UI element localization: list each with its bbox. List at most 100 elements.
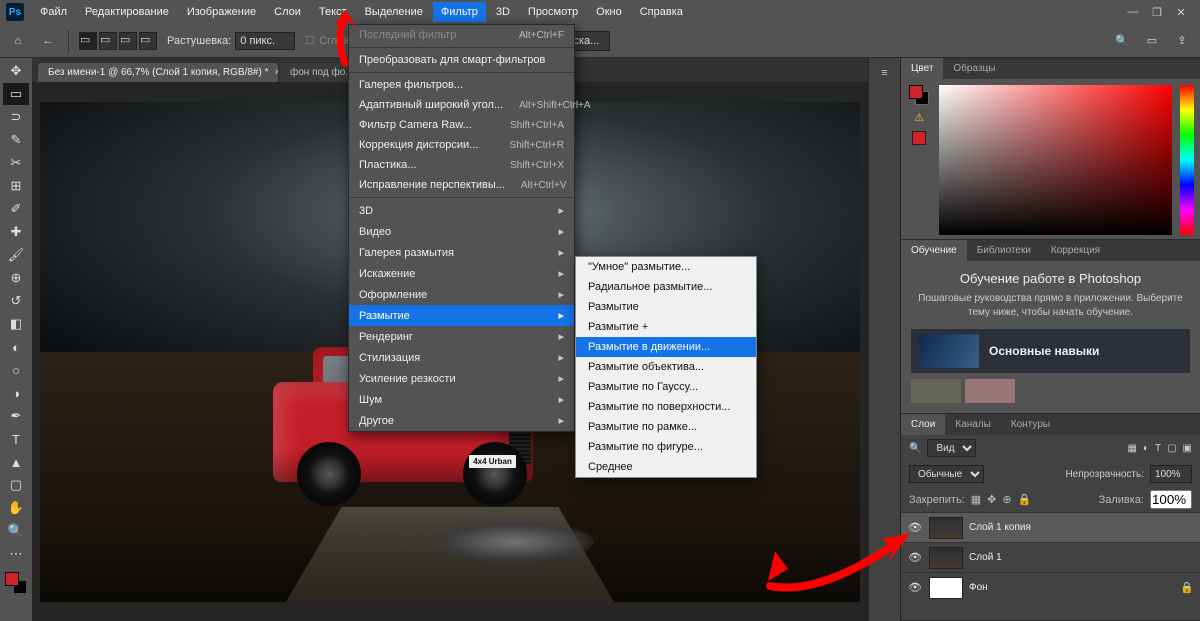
lock-artboard-icon[interactable]: ⊕ (1002, 493, 1011, 506)
learn-card-basics[interactable]: Основные навыки (911, 329, 1190, 373)
dd-lens-correction[interactable]: Коррекция дисторсии...Shift+Ctrl+R (349, 135, 574, 155)
back-icon[interactable]: ← (38, 31, 58, 51)
lock-all-icon[interactable]: 🔒 (1018, 493, 1032, 506)
sm-blur-more[interactable]: Размытие + (576, 317, 756, 337)
menu-select[interactable]: Выделение (357, 2, 431, 22)
sm-average[interactable]: Среднее (576, 457, 756, 477)
hand-tool-icon[interactable]: ✋ (3, 497, 29, 519)
close-icon[interactable]: ✕ (1174, 6, 1188, 19)
hue-slider[interactable] (1180, 85, 1194, 235)
stamp-tool-icon[interactable]: ⊕ (3, 267, 29, 289)
workspace-icon[interactable]: ▭ (1142, 31, 1162, 51)
eyedropper-tool-icon[interactable]: ✐ (3, 198, 29, 220)
tab-learn[interactable]: Обучение (901, 240, 967, 261)
dd-smart-filters[interactable]: Преобразовать для смарт-фильтров (349, 50, 574, 70)
feather-input[interactable] (235, 32, 295, 50)
layer-row[interactable]: 👁 Слой 1 копия (901, 512, 1200, 542)
layer-row[interactable]: 👁 Слой 1 (901, 542, 1200, 572)
dd-sharpen[interactable]: Усиление резкости▸ (349, 368, 574, 389)
marquee-tool-icon[interactable]: ▭ (3, 83, 29, 105)
menu-text[interactable]: Текст (311, 2, 355, 22)
sm-gaussian-blur[interactable]: Размытие по Гауссу... (576, 377, 756, 397)
eraser-tool-icon[interactable]: ◧ (3, 313, 29, 335)
path-select-tool-icon[interactable]: ▲ (3, 451, 29, 473)
filter-shape-icon[interactable]: ▢ (1167, 443, 1176, 454)
layer-name-label[interactable]: Слой 1 копия (969, 522, 1031, 533)
dd-3d[interactable]: 3D▸ (349, 200, 574, 221)
sm-surface-blur[interactable]: Размытие по поверхности... (576, 397, 756, 417)
dd-adaptive-wide[interactable]: Адаптивный широкий угол...Alt+Shift+Ctrl… (349, 95, 574, 115)
sm-box-blur[interactable]: Размытие по рамке... (576, 417, 756, 437)
tab-libraries[interactable]: Библиотеки (967, 240, 1041, 261)
menu-window[interactable]: Окно (588, 2, 630, 22)
dd-render[interactable]: Рендеринг▸ (349, 326, 574, 347)
filter-smart-icon[interactable]: ▣ (1183, 443, 1192, 454)
layer-name-label[interactable]: Фон (969, 582, 988, 593)
tab-layers[interactable]: Слои (901, 414, 945, 435)
dd-blur[interactable]: Размытие▸ (349, 305, 574, 326)
tab-adjustments[interactable]: Коррекция (1041, 240, 1110, 261)
move-tool-icon[interactable]: ✥ (3, 60, 29, 82)
search-icon[interactable]: 🔍 (1112, 31, 1132, 51)
share-icon[interactable]: ⇪ (1172, 31, 1192, 51)
menu-edit[interactable]: Редактирование (77, 2, 177, 22)
color-fg-bg-swatch[interactable] (909, 85, 929, 105)
dd-noise[interactable]: Шум▸ (349, 389, 574, 410)
fg-bg-color-swatch[interactable] (5, 572, 27, 594)
frame-tool-icon[interactable]: ⊞ (3, 175, 29, 197)
brush-tool-icon[interactable]: 🖌 (3, 244, 29, 266)
text-tool-icon[interactable]: T (3, 428, 29, 450)
sm-blur[interactable]: Размытие (576, 297, 756, 317)
home-icon[interactable]: ⌂ (8, 31, 28, 51)
selection-add-icon[interactable]: ▭ (99, 32, 117, 50)
visibility-toggle-icon[interactable]: 👁 (907, 521, 923, 534)
search-icon[interactable]: 🔍 (909, 443, 921, 454)
dd-distort[interactable]: Искажение▸ (349, 263, 574, 284)
selection-subtract-icon[interactable]: ▭ (119, 32, 137, 50)
crop-tool-icon[interactable]: ✂ (3, 152, 29, 174)
lock-position-icon[interactable]: ✥ (987, 493, 996, 506)
dd-camera-raw[interactable]: Фильтр Camera Raw...Shift+Ctrl+A (349, 115, 574, 135)
sm-motion-blur[interactable]: Размытие в движении... (576, 337, 756, 357)
menu-view[interactable]: Просмотр (520, 2, 586, 22)
gamut-warning-icon[interactable]: ⚠ (912, 111, 926, 125)
close-tab-icon[interactable]: × (275, 67, 279, 78)
pen-tool-icon[interactable]: ✒ (3, 405, 29, 427)
menu-layers[interactable]: Слои (266, 2, 309, 22)
tab-paths[interactable]: Контуры (1001, 414, 1060, 435)
lasso-tool-icon[interactable]: ⊃ (3, 106, 29, 128)
dd-other[interactable]: Другое▸ (349, 410, 574, 431)
dd-stylize[interactable]: Стилизация▸ (349, 347, 574, 368)
visibility-toggle-icon[interactable]: 👁 (907, 581, 923, 594)
gamut-color-swatch[interactable] (912, 131, 926, 145)
blend-mode-select[interactable]: Обычные (909, 465, 984, 483)
history-panel-icon[interactable]: ≡ (874, 62, 896, 84)
sm-smart-blur[interactable]: "Умное" размытие... (576, 257, 756, 277)
tab-channels[interactable]: Каналы (945, 414, 1001, 435)
minimize-icon[interactable]: — (1126, 6, 1140, 19)
tab-color[interactable]: Цвет (901, 58, 943, 79)
quick-select-tool-icon[interactable]: ✎ (3, 129, 29, 151)
filter-image-icon[interactable]: ▦ (1127, 443, 1136, 454)
layer-name-label[interactable]: Слой 1 (969, 552, 1002, 563)
gradient-tool-icon[interactable]: ◐ (3, 336, 29, 358)
history-brush-tool-icon[interactable]: ↺ (3, 290, 29, 312)
layer-kind-select[interactable]: Вид (927, 439, 976, 457)
opacity-input[interactable] (1150, 465, 1192, 483)
dodge-tool-icon[interactable]: ◑ (3, 382, 29, 404)
visibility-toggle-icon[interactable]: 👁 (907, 551, 923, 564)
dd-blur-gallery[interactable]: Галерея размытия▸ (349, 242, 574, 263)
restore-icon[interactable]: ❐ (1150, 6, 1164, 19)
shape-tool-icon[interactable]: ▢ (3, 474, 29, 496)
blur-tool-icon[interactable]: ○ (3, 359, 29, 381)
sm-lens-blur[interactable]: Размытие объектива... (576, 357, 756, 377)
dd-video[interactable]: Видео▸ (349, 221, 574, 242)
zoom-tool-icon[interactable]: 🔍 (3, 520, 29, 542)
dd-vanishing-point[interactable]: Исправление перспективы...Alt+Ctrl+V (349, 175, 574, 195)
healing-tool-icon[interactable]: ✚ (3, 221, 29, 243)
filter-text-icon[interactable]: T (1155, 443, 1161, 454)
menu-3d[interactable]: 3D (488, 2, 518, 22)
document-tab-1[interactable]: Без имени-1 @ 66,7% (Слой 1 копия, RGB/8… (38, 63, 278, 82)
dd-filter-gallery[interactable]: Галерея фильтров... (349, 75, 574, 95)
menu-filter[interactable]: Фильтр (433, 2, 486, 22)
